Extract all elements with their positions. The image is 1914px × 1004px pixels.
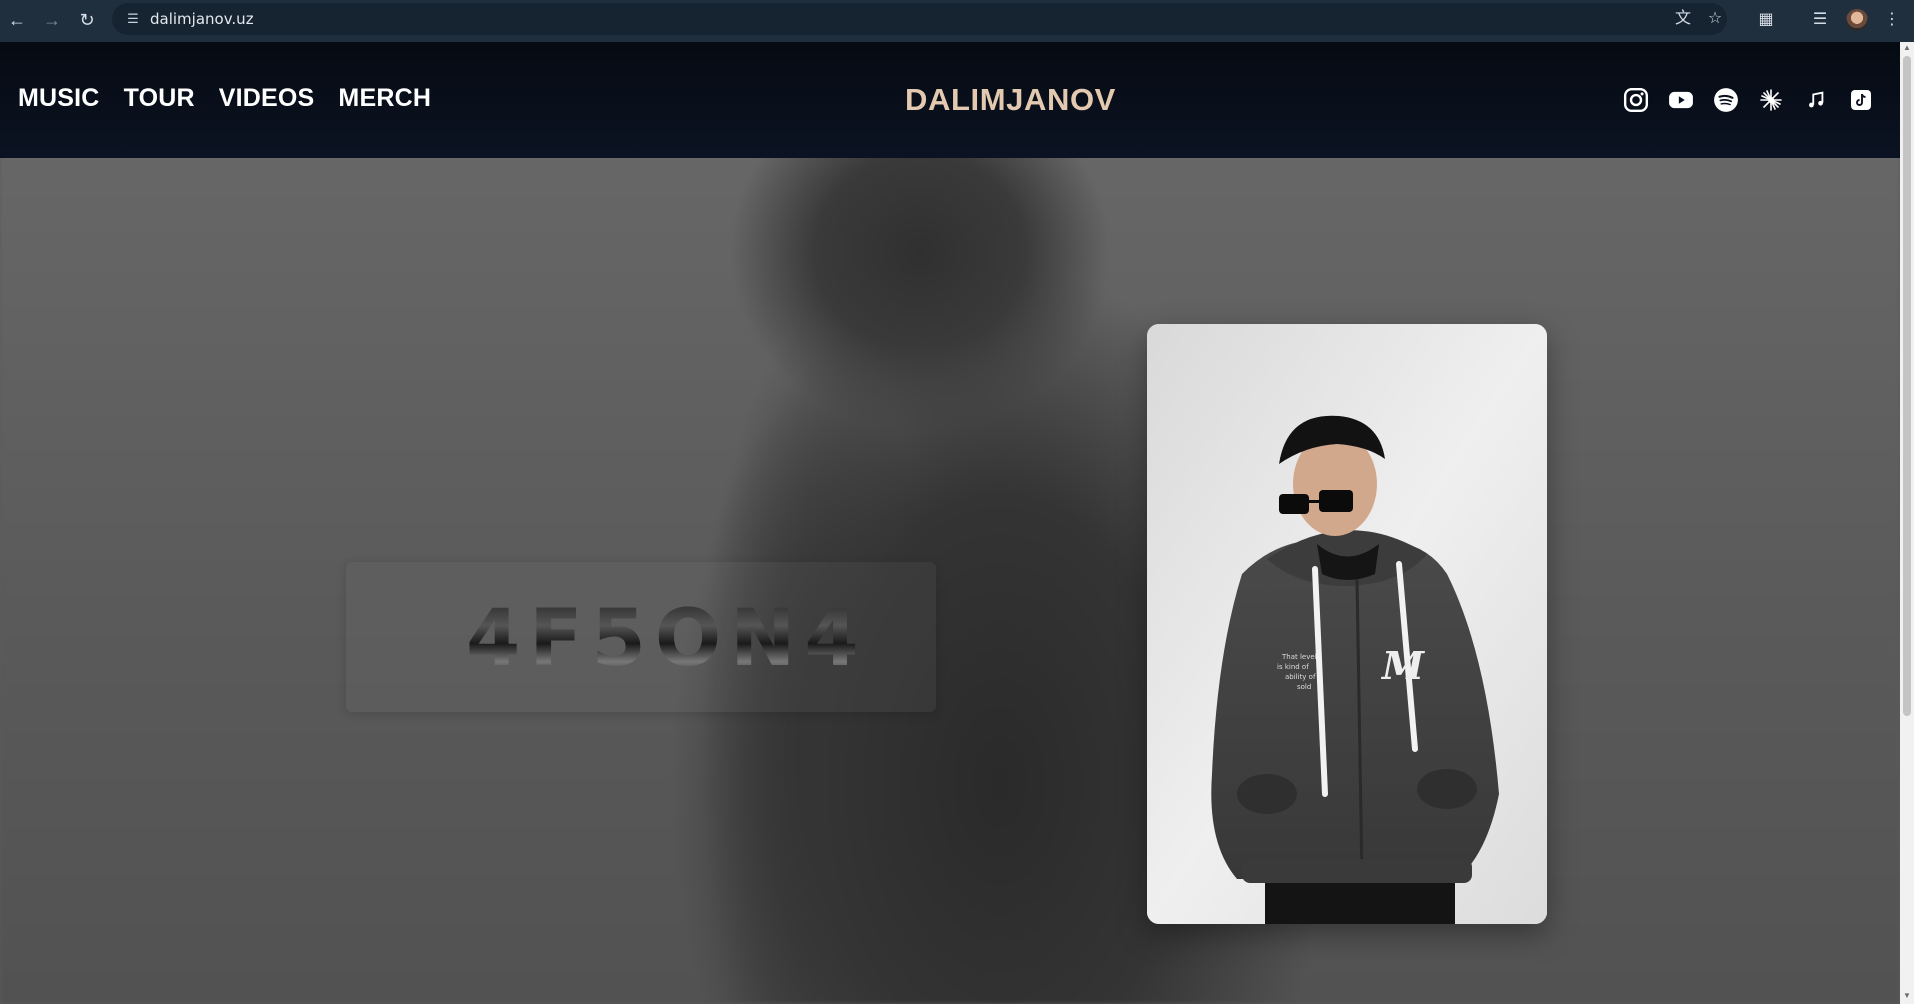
svg-text:sold: sold bbox=[1297, 683, 1311, 691]
album-title: 4F5ON4 bbox=[466, 594, 868, 684]
hero-background-image bbox=[0, 42, 1900, 1004]
nav-tour[interactable]: TOUR bbox=[124, 84, 195, 113]
kebab-menu-icon[interactable]: ⋮ bbox=[1880, 8, 1904, 32]
starburst-icon[interactable] bbox=[1757, 86, 1785, 114]
page-scrollbar[interactable]: ▲ ▼ bbox=[1900, 42, 1914, 1004]
nav-videos[interactable]: VIDEOS bbox=[219, 84, 315, 113]
svg-text:That level: That level bbox=[1281, 653, 1317, 661]
puzzle-icon[interactable]: ▦ bbox=[1754, 8, 1778, 32]
address-bar[interactable]: ☰ dalimjanov.uz 文 ☆ bbox=[112, 3, 1727, 35]
url-text[interactable]: dalimjanov.uz bbox=[150, 10, 254, 28]
nav-merch[interactable]: MERCH bbox=[338, 84, 431, 113]
artist-photo: M That level is kind of ability of sold bbox=[1147, 324, 1547, 924]
social-links bbox=[1622, 86, 1875, 114]
reload-button[interactable]: ↻ bbox=[74, 7, 100, 33]
youtube-icon[interactable] bbox=[1667, 86, 1695, 114]
nav-music[interactable]: MUSIC bbox=[18, 84, 100, 113]
site-logo[interactable]: DALIMJANOV bbox=[905, 82, 1116, 118]
scroll-up-arrow-icon[interactable]: ▲ bbox=[1903, 44, 1911, 52]
instagram-icon[interactable] bbox=[1622, 86, 1650, 114]
scrollbar-thumb[interactable] bbox=[1903, 56, 1911, 716]
scroll-down-arrow-icon[interactable]: ▼ bbox=[1903, 992, 1911, 1000]
site-header: MUSIC TOUR VIDEOS MERCH DALIMJANOV bbox=[0, 42, 1900, 158]
translate-icon[interactable]: 文 bbox=[1673, 9, 1693, 29]
svg-text:ability of: ability of bbox=[1285, 673, 1316, 681]
music-note-icon[interactable] bbox=[1802, 86, 1830, 114]
tune-icon[interactable]: ☰ bbox=[124, 10, 142, 28]
page-viewport: MUSIC TOUR VIDEOS MERCH DALIMJANOV 4F5ON… bbox=[0, 42, 1900, 1004]
tiktok-icon[interactable] bbox=[1847, 86, 1875, 114]
svg-text:is kind of: is kind of bbox=[1277, 663, 1309, 671]
star-icon[interactable]: ☆ bbox=[1705, 9, 1725, 29]
main-nav: MUSIC TOUR VIDEOS MERCH bbox=[18, 84, 431, 113]
hoodie-logo-m: M bbox=[1380, 643, 1425, 688]
spotify-icon[interactable] bbox=[1712, 86, 1740, 114]
artist-portrait-illustration: M That level is kind of ability of sold bbox=[1147, 324, 1547, 924]
forward-button[interactable]: → bbox=[39, 7, 65, 33]
back-button[interactable]: ← bbox=[4, 7, 30, 33]
queue-music-icon[interactable]: ☰ bbox=[1808, 8, 1832, 32]
browser-toolbar: ← → ↻ ☰ dalimjanov.uz 文 ☆ ▦ ☰ ⋮ bbox=[0, 0, 1914, 42]
avatar[interactable] bbox=[1846, 9, 1868, 31]
